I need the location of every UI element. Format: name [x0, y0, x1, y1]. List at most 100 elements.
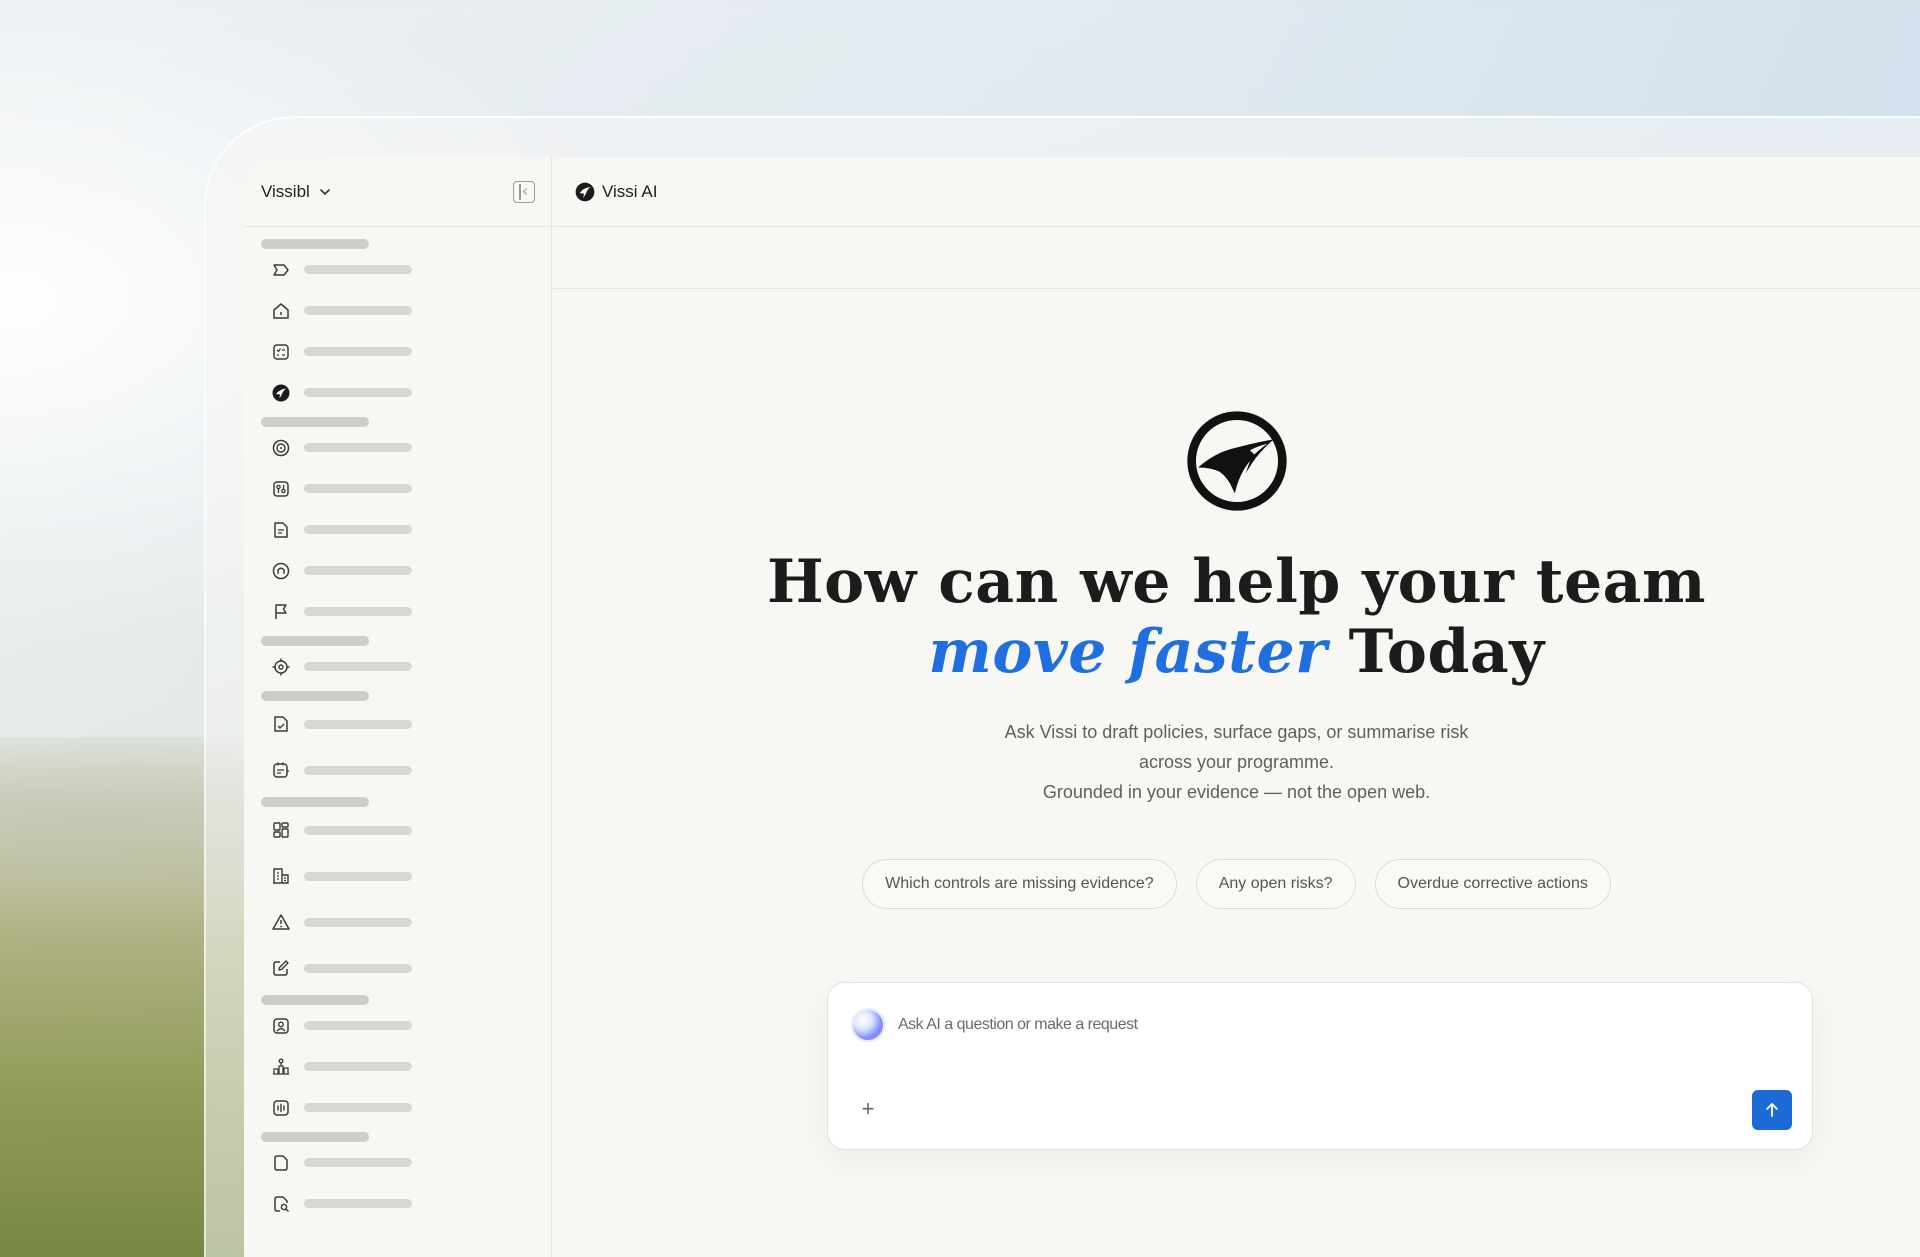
sidebar-item-label-placeholder [304, 963, 412, 973]
sidebar-item[interactable] [244, 1087, 551, 1128]
ai-composer: + [827, 982, 1813, 1150]
sidebar-item[interactable] [244, 550, 551, 591]
suggestion-chip[interactable]: Which controls are missing evidence? [862, 859, 1177, 909]
sidebar-item-label-placeholder [304, 607, 412, 616]
app-window: Vissibl Vissi AI How can we help your te… [244, 157, 1920, 1257]
sidebar-item[interactable] [244, 853, 551, 899]
sidebar-nav [244, 227, 551, 1224]
sidebar-item-label-placeholder [304, 347, 412, 356]
sidebar-item-label-placeholder [304, 566, 412, 575]
sidebar-item[interactable] [244, 1142, 551, 1183]
sidebar-item-label-placeholder [304, 265, 412, 274]
crosshair-icon [271, 657, 291, 677]
sidebar-item-label-placeholder [304, 1021, 412, 1030]
sidebar-item[interactable] [244, 290, 551, 331]
sidebar-item-label-placeholder [304, 1062, 412, 1071]
send-button[interactable] [1752, 1090, 1792, 1130]
hero-subtitle-line: across your programme. [1138, 752, 1335, 772]
controls-icon [271, 479, 291, 499]
sidebar-section-label [261, 636, 369, 646]
document-check-icon [271, 714, 291, 734]
ai-prompt-input[interactable] [898, 1007, 1778, 1043]
document-list-icon [271, 520, 291, 540]
home-icon [271, 301, 291, 321]
sidebar-item-label-placeholder [304, 662, 412, 671]
sidebar-section-label [261, 995, 369, 1005]
add-attachment-button[interactable]: + [856, 1096, 880, 1121]
arrow-up-icon [1766, 1103, 1778, 1117]
sidebar-section-label [261, 691, 369, 701]
building-icon [271, 866, 291, 886]
checklist-icon [271, 342, 291, 362]
sidebar-item-label-placeholder [304, 765, 412, 775]
user-card-icon [271, 1016, 291, 1036]
hero-subtitle: Ask Vissi to draft policies, surface gap… [1005, 717, 1469, 807]
sidebar-item-label-placeholder [304, 525, 412, 534]
hero: How can we help your team move faster To… [553, 407, 1920, 909]
sidebar-item-label-placeholder [304, 484, 412, 493]
calendar-notes-icon [271, 760, 291, 780]
warning-icon [271, 912, 291, 932]
shield-circle-icon [271, 561, 291, 581]
sidebar-item-label-placeholder [304, 719, 412, 729]
main-content: Vissi AI How can we help your team move … [553, 157, 1920, 1257]
suggestion-chips: Which controls are missing evidence? Any… [862, 859, 1611, 909]
sidebar-item-label-placeholder [304, 306, 412, 315]
sidebar-item[interactable] [244, 646, 551, 687]
sidebar-item[interactable] [244, 468, 551, 509]
audio-icon [271, 1098, 291, 1118]
hero-title-accent: move faster [928, 617, 1328, 687]
vissi-logo-icon [575, 182, 595, 201]
sidebar-section-label [261, 417, 369, 427]
suggestion-chip[interactable]: Any open risks? [1195, 859, 1356, 909]
dashboard-grid-icon [271, 820, 291, 840]
page-title: Vissi AI [602, 181, 658, 201]
vissi-logo-icon [1186, 411, 1287, 511]
sub-toolbar [553, 227, 1920, 289]
collapse-sidebar-icon[interactable] [513, 180, 535, 203]
workspace-name: Vissibl [261, 181, 310, 201]
sidebar-item[interactable] [244, 372, 551, 413]
sidebar-section-label [261, 797, 369, 807]
sidebar-item[interactable] [244, 701, 551, 747]
sidebar-item[interactable] [244, 945, 551, 991]
sidebar-item[interactable] [244, 249, 551, 290]
sidebar-section-label [261, 1132, 369, 1142]
sidebar-item-label-placeholder [304, 917, 412, 927]
tag-icon [271, 260, 291, 280]
sidebar-item-label-placeholder [304, 443, 412, 452]
sidebar-item-label-placeholder [304, 388, 412, 397]
hero-title-prefix: How can we help your team [766, 547, 1707, 617]
sidebar-header: Vissibl [244, 157, 551, 227]
hero-subtitle-line: Grounded in your evidence — not the open… [1042, 782, 1431, 802]
org-chart-icon [271, 1057, 291, 1077]
sidebar-item[interactable] [244, 747, 551, 793]
ai-orb-icon [851, 1008, 885, 1042]
sidebar-item[interactable] [244, 591, 551, 632]
hero-title: How can we help your team move faster To… [757, 547, 1717, 687]
sidebar-item-label-placeholder [304, 1103, 412, 1112]
sidebar-item[interactable] [244, 899, 551, 945]
flag-icon [271, 602, 291, 622]
top-bar: Vissi AI [553, 157, 1920, 227]
sidebar-item[interactable] [244, 509, 551, 550]
sidebar-item-label-placeholder [304, 1199, 412, 1208]
workspace-switcher[interactable]: Vissibl [261, 182, 332, 202]
sidebar-item[interactable] [244, 1183, 551, 1224]
target-refresh-icon [271, 438, 291, 458]
sidebar-item-label-placeholder [304, 1158, 412, 1167]
suggestion-chip[interactable]: Overdue corrective actions [1374, 859, 1611, 909]
sidebar-item-label-placeholder [304, 825, 412, 835]
file-search-icon [271, 1194, 291, 1214]
sidebar-item-label-placeholder [304, 871, 412, 881]
sidebar-item[interactable] [244, 331, 551, 372]
sidebar-item[interactable] [244, 1005, 551, 1046]
sidebar-item[interactable] [244, 427, 551, 468]
sidebar-item[interactable] [244, 807, 551, 853]
file-icon [271, 1153, 291, 1173]
sidebar-item[interactable] [244, 1046, 551, 1087]
sidebar: Vissibl [244, 157, 552, 1257]
chevron-down-icon [320, 188, 330, 195]
edit-icon [271, 958, 291, 978]
vissi-logo-icon [271, 383, 291, 403]
